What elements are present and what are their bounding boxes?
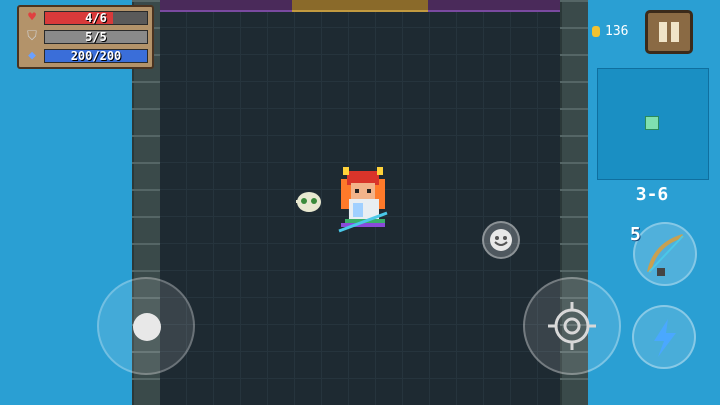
level-indicator: 3-6 [635, 184, 669, 205]
movement-joystick[interactable] [97, 277, 195, 375]
energy-text: 200/200 [70, 49, 122, 63]
minimap-current-room-icon [645, 116, 659, 130]
lightning-icon [654, 319, 676, 357]
shield-icon: ⛉ [27, 29, 37, 44]
armor-bar: 5/5 [44, 30, 148, 44]
status-panel: ♥ 4/6 ⛉ 5/5 ◆ 200/200 [17, 5, 154, 69]
emote-button[interactable] [482, 221, 520, 259]
pause-button[interactable] [645, 10, 693, 54]
bow-icon [647, 234, 684, 276]
energy-bar: 200/200 [44, 49, 148, 63]
coin-counter: 136 [592, 22, 628, 40]
diamond-icon: ◆ [28, 48, 36, 63]
health-text: 4/6 [85, 11, 107, 25]
top-door [292, 0, 428, 12]
health-row: ♥ 4/6 [24, 10, 152, 26]
pet-companion [296, 192, 321, 212]
pause-icon [659, 22, 667, 42]
joystick-knob[interactable] [133, 313, 161, 341]
crosshair-icon [548, 302, 596, 350]
minimap[interactable] [597, 68, 709, 180]
weapon-energy-cost: 5 [630, 224, 641, 245]
armor-row: ⛉ 5/5 [24, 29, 152, 45]
skill-button[interactable] [632, 305, 696, 369]
armor-text: 5/5 [85, 30, 107, 44]
energy-row: ◆ 200/200 [24, 48, 152, 64]
weapon-switch-button[interactable] [633, 222, 697, 286]
smiley-icon [490, 229, 512, 251]
attack-button[interactable] [523, 277, 621, 375]
health-bar: 4/6 [44, 11, 148, 25]
coin-icon [592, 25, 600, 37]
player-character [338, 167, 388, 233]
coin-count: 136 [605, 23, 629, 39]
heart-icon: ♥ [28, 10, 36, 25]
